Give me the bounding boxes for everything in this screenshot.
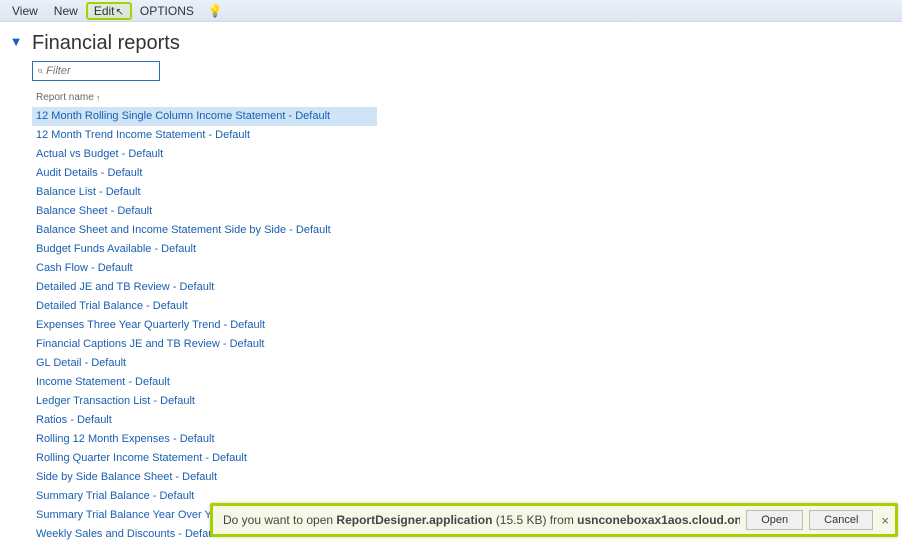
list-item[interactable]: Balance Sheet - Default [32, 202, 902, 221]
list-item[interactable]: Actual vs Budget - Default [32, 145, 902, 164]
action-toolbar: View New Edit↖ OPTIONS 💡 [0, 0, 902, 22]
list-item[interactable]: GL Detail - Default [32, 354, 902, 373]
cursor-icon: ↖ [116, 7, 124, 18]
list-item[interactable]: Income Statement - Default [32, 373, 902, 392]
list-item[interactable]: Side by Side Balance Sheet - Default [32, 468, 902, 487]
column-header-report-name[interactable]: Report name ↑ [32, 90, 104, 105]
toolbar-view[interactable]: View [4, 2, 46, 20]
search-icon: ⌕ [37, 65, 43, 78]
download-message: Do you want to open ReportDesigner.appli… [223, 513, 740, 527]
column-header-label: Report name [36, 92, 94, 103]
list-item[interactable]: Expenses Three Year Quarterly Trend - De… [32, 316, 902, 335]
list-item[interactable]: Audit Details - Default [32, 164, 902, 183]
content-area: ▼ Financial reports ⌕ Report name ↑ 12 M… [0, 22, 902, 544]
toolbar-new[interactable]: New [46, 2, 86, 20]
filter-input[interactable] [46, 65, 155, 77]
list-item[interactable]: Balance List - Default [32, 183, 902, 202]
list-item[interactable]: Financial Captions JE and TB Review - De… [32, 335, 902, 354]
sort-asc-icon: ↑ [96, 93, 101, 103]
download-notification-bar: Do you want to open ReportDesigner.appli… [210, 503, 898, 537]
toolbar-edit[interactable]: Edit↖ [86, 2, 132, 20]
filter-funnel-icon[interactable]: ▼ [10, 34, 23, 49]
list-item[interactable]: Cash Flow - Default [32, 259, 902, 278]
list-item[interactable]: Rolling Quarter Income Statement - Defau… [32, 449, 902, 468]
cancel-button[interactable]: Cancel [809, 510, 873, 530]
list-item[interactable]: Detailed JE and TB Review - Default [32, 278, 902, 297]
list-item[interactable]: 12 Month Rolling Single Column Income St… [32, 107, 377, 126]
toolbar-edit-label: Edit [94, 4, 115, 18]
download-size: (15.5 KB) from [492, 513, 577, 527]
report-list: 12 Month Rolling Single Column Income St… [32, 107, 902, 544]
list-item[interactable]: 12 Month Trend Income Statement - Defaul… [32, 126, 902, 145]
list-item[interactable]: Balance Sheet and Income Statement Side … [32, 221, 902, 240]
list-item[interactable]: Rolling 12 Month Expenses - Default [32, 430, 902, 449]
list-item[interactable]: Detailed Trial Balance - Default [32, 297, 902, 316]
download-prefix: Do you want to open [223, 513, 336, 527]
download-host: usnconeboxax1aos.cloud.onebox.dynamics.c… [577, 513, 740, 527]
filter-column: ▼ [6, 28, 26, 544]
page-title: Financial reports [32, 32, 902, 55]
download-filename: ReportDesigner.application [336, 513, 492, 527]
toolbar-options[interactable]: OPTIONS [132, 2, 202, 20]
help-icon[interactable]: 💡 [208, 4, 223, 18]
filter-box[interactable]: ⌕ [32, 61, 160, 81]
close-icon[interactable]: × [881, 513, 889, 528]
list-item[interactable]: Ledger Transaction List - Default [32, 392, 902, 411]
open-button[interactable]: Open [746, 510, 803, 530]
list-item[interactable]: Ratios - Default [32, 411, 902, 430]
main-column: Financial reports ⌕ Report name ↑ 12 Mon… [26, 28, 902, 544]
list-item[interactable]: Budget Funds Available - Default [32, 240, 902, 259]
